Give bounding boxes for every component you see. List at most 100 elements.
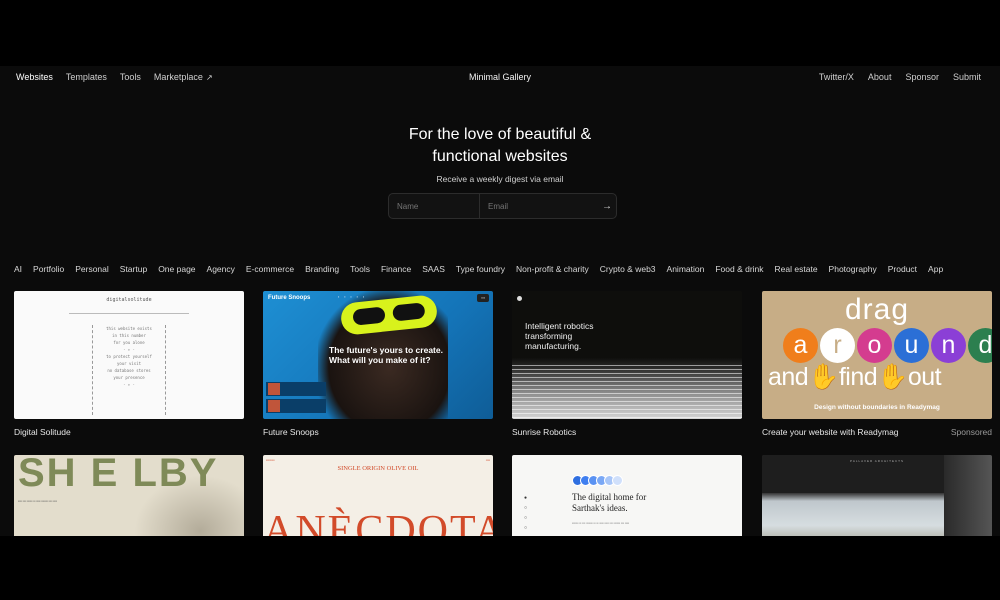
card-title[interactable]: Create your website with Readymag bbox=[762, 427, 899, 437]
thumbnail-shelby[interactable]: SH E LBY ▪▪▪▪ ▪▪▪ ▪▪▪▪▪ ▪▪ ▪▪▪▪ ▪▪▪▪▪▪ ▪… bbox=[14, 455, 244, 536]
category-animation[interactable]: Animation bbox=[667, 264, 705, 274]
snoops-button: ▪▪▪ bbox=[477, 294, 489, 302]
logo-dot-icon bbox=[517, 296, 522, 301]
category-one-page[interactable]: One page bbox=[158, 264, 195, 274]
robotics-headline: Intelligent robotics transforming manufa… bbox=[525, 321, 594, 351]
side-icons: ● ○ ○ ○ bbox=[524, 495, 528, 531]
hero-title-line-1: For the love of beautiful & bbox=[408, 126, 592, 143]
category-tools[interactable]: Tools bbox=[350, 264, 370, 274]
category-ai[interactable]: AI bbox=[14, 264, 22, 274]
category-product[interactable]: Product bbox=[888, 264, 917, 274]
card-title[interactable]: Digital Solitude bbox=[14, 427, 244, 437]
solitude-line: this website exists bbox=[106, 326, 152, 331]
thumbnail-digital-solitude[interactable]: digitalsolitude this website exists in th… bbox=[14, 291, 244, 419]
card-anecdota[interactable]: ▪▪▪▪▪▪▪▪ ▪▪▪▪ SINGLE ORIGIN OLIVE OIL ANÈ… bbox=[263, 455, 493, 536]
nav-about[interactable]: About bbox=[868, 72, 892, 82]
solitude-line: for you alone bbox=[113, 340, 145, 345]
thumbnail-architects[interactable]: PALLAVER ARCHITECTS bbox=[762, 455, 992, 536]
thumbnail-sarthak[interactable]: ● ○ ○ ○ The digital home for Sarthak's ideas… bbox=[512, 455, 742, 536]
letter-circle: r bbox=[820, 328, 855, 363]
anecdota-wordmark: ANÈCDOTA bbox=[263, 508, 493, 536]
card-sarthak[interactable]: ● ○ ○ ○ The digital home for Sarthak's ideas… bbox=[512, 455, 742, 536]
category-type-foundry[interactable]: Type foundry bbox=[456, 264, 505, 274]
hero: For the love of beautiful & functional w… bbox=[0, 124, 1000, 184]
category-startup[interactable]: Startup bbox=[120, 264, 147, 274]
architects-label: PALLAVER ARCHITECTS bbox=[850, 459, 904, 463]
thumbnail-anecdota[interactable]: ▪▪▪▪▪▪▪▪ ▪▪▪▪ SINGLE ORIGIN OLIVE OIL ANÈ… bbox=[263, 455, 493, 536]
nav-submit[interactable]: Submit bbox=[953, 72, 981, 82]
category-e-commerce[interactable]: E-commerce bbox=[246, 264, 294, 274]
solitude-line: in this number bbox=[112, 333, 146, 338]
sponsored-badge: Sponsored bbox=[950, 427, 992, 437]
headline-line-3: manufacturing. bbox=[525, 341, 582, 351]
letter-circle: n bbox=[931, 328, 966, 363]
anecdota-tagline: SINGLE ORIGIN OLIVE OIL bbox=[337, 465, 419, 472]
readymag-caption: Design without boundaries in Readymag bbox=[814, 404, 940, 411]
letter-circle: d bbox=[968, 328, 992, 363]
solitude-line: your visit bbox=[116, 361, 142, 366]
snoops-sidebar-item bbox=[266, 399, 326, 413]
category-app[interactable]: App bbox=[928, 264, 943, 274]
nav-sponsor[interactable]: Sponsor bbox=[905, 72, 939, 82]
readymag-find: find bbox=[838, 363, 878, 391]
hand-icon: ✋ bbox=[808, 363, 839, 391]
card-digital-solitude[interactable]: digitalsolitude this website exists in th… bbox=[14, 291, 244, 437]
category-agency[interactable]: Agency bbox=[207, 264, 235, 274]
thumbnail-readymag[interactable]: drag around and✋find✋out Design without … bbox=[762, 291, 992, 419]
category-photography[interactable]: Photography bbox=[829, 264, 877, 274]
card-shelby[interactable]: SH E LBY ▪▪▪▪ ▪▪▪ ▪▪▪▪▪ ▪▪ ▪▪▪▪ ▪▪▪▪▪▪ ▪… bbox=[14, 455, 244, 536]
card-title[interactable]: Sunrise Robotics bbox=[512, 427, 742, 437]
category-branding[interactable]: Branding bbox=[305, 264, 339, 274]
color-dots bbox=[572, 475, 623, 486]
category-personal[interactable]: Personal bbox=[75, 264, 109, 274]
card-architects[interactable]: PALLAVER ARCHITECTS bbox=[762, 455, 992, 536]
hand-icon: ✋ bbox=[877, 363, 908, 391]
snoops-sidebar-item bbox=[266, 382, 326, 396]
hero-title: For the love of beautiful & functional w… bbox=[0, 124, 1000, 168]
app-screen: Websites Templates Tools Marketplace ↗ Mi… bbox=[0, 66, 1000, 536]
scanlines-graphic bbox=[512, 365, 742, 419]
card-readymag[interactable]: drag around and✋find✋out Design without … bbox=[762, 291, 992, 437]
solitude-line: · ✦ · bbox=[122, 382, 136, 387]
category-crypto-web3[interactable]: Crypto & web3 bbox=[600, 264, 656, 274]
readymag-find-out: and✋find✋out bbox=[768, 363, 942, 392]
name-input[interactable] bbox=[389, 194, 480, 218]
shelby-body-text: ▪▪▪▪ ▪▪▪ ▪▪▪▪▪ ▪▪ ▪▪▪▪ ▪▪▪▪▪▪ ▪▪▪ ▪▪▪▪ bbox=[18, 499, 57, 503]
thumbnail-sunrise-robotics[interactable]: Intelligent robotics transforming manufa… bbox=[512, 291, 742, 419]
snoops-menu: ▪ ▪ ▪ ▪ ▪ bbox=[338, 295, 367, 299]
tagline-line-1: The future's yours to create. bbox=[329, 345, 443, 355]
category-portfolio[interactable]: Portfolio bbox=[33, 264, 64, 274]
thumbnail-future-snoops[interactable]: Future Snoops ▪ ▪ ▪ ▪ ▪ ▪▪▪ The future's… bbox=[263, 291, 493, 419]
headline-line-2: transforming bbox=[525, 331, 573, 341]
sarthak-paragraph: ▪▪▪▪▪▪ ▪▪ ▪▪▪ ▪▪▪▪▪▪ ▪▪ ▪▪ ▪▪▪▪ ▪▪▪▪ ▪▪▪… bbox=[572, 521, 630, 525]
snoops-logo: Future Snoops bbox=[268, 295, 311, 301]
card-future-snoops[interactable]: Future Snoops ▪ ▪ ▪ ▪ ▪ ▪▪▪ The future's… bbox=[263, 291, 493, 437]
letter-circle: u bbox=[894, 328, 929, 363]
hero-title-line-2: functional websites bbox=[432, 148, 568, 165]
solitude-line: no database stores bbox=[107, 368, 151, 373]
card-sunrise-robotics[interactable]: Intelligent robotics transforming manufa… bbox=[512, 291, 742, 437]
solitude-line: to protect yourself bbox=[106, 354, 152, 359]
category-real-estate[interactable]: Real estate bbox=[775, 264, 818, 274]
category-finance[interactable]: Finance bbox=[381, 264, 411, 274]
top-nav: Websites Templates Tools Marketplace ↗ Mi… bbox=[0, 72, 1000, 96]
arrow-right-icon[interactable]: → bbox=[598, 194, 616, 218]
tagline-line-2: What will you make of it? bbox=[329, 355, 431, 365]
shelby-wordmark: SH E LBY bbox=[18, 455, 219, 495]
solitude-text-block: this website exists in this number for you… bbox=[92, 325, 166, 415]
snoops-sidebar bbox=[266, 379, 326, 413]
solitude-line: · ✦ · bbox=[122, 347, 136, 352]
category-food-drink[interactable]: Food & drink bbox=[715, 264, 763, 274]
solitude-line: your presence bbox=[113, 375, 145, 380]
anecdota-topbar: ▪▪▪▪▪▪▪▪ ▪▪▪▪ bbox=[266, 458, 490, 462]
card-title[interactable]: Future Snoops bbox=[263, 427, 493, 437]
nav-twitter[interactable]: Twitter/X bbox=[819, 72, 854, 82]
divider bbox=[69, 313, 189, 314]
category-saas[interactable]: SAAS bbox=[422, 264, 445, 274]
email-input[interactable] bbox=[480, 194, 598, 218]
card-caption: Create your website with Readymag Sponso… bbox=[762, 427, 992, 437]
letter-circle: a bbox=[783, 328, 818, 363]
category-non-profit-charity[interactable]: Non-profit & charity bbox=[516, 264, 589, 274]
snoops-tagline: The future's yours to create. What will y… bbox=[329, 345, 443, 365]
sarthak-title-line-2: Sarthak's ideas. bbox=[572, 503, 628, 513]
